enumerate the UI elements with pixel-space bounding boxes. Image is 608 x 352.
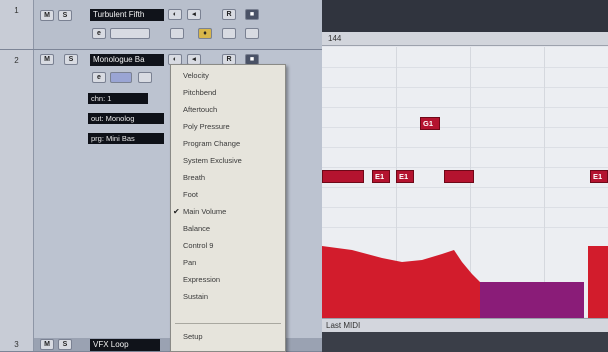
write-automation-button[interactable]: ■ xyxy=(245,9,259,20)
mute-button[interactable]: M xyxy=(40,54,54,65)
menu-item-label: Aftertouch xyxy=(183,105,218,114)
midi-output-select[interactable]: out: Monolog xyxy=(88,113,164,124)
menu-item-label: Balance xyxy=(183,224,211,233)
menu-item-poly-pressure[interactable]: Poly Pressure xyxy=(171,120,285,134)
monitor-button[interactable]: ◐ xyxy=(168,9,182,20)
edit-button[interactable]: e xyxy=(92,28,106,39)
lock-button[interactable]: ♦ xyxy=(198,28,212,39)
menu-item-label: Breath xyxy=(183,173,206,182)
square-icon: ■ xyxy=(249,56,255,63)
edit-icon: e xyxy=(97,74,101,81)
edit-button[interactable]: e xyxy=(92,72,106,83)
editor-toolbar xyxy=(322,0,608,32)
menu-item-label: Control 9 xyxy=(183,241,214,250)
grid-line xyxy=(322,67,608,68)
edit-icon: e xyxy=(97,30,101,37)
lock-icon: ♦ xyxy=(203,30,207,37)
solo-button[interactable]: S xyxy=(64,54,78,65)
automation-parameter-menu: Velocity Pitchbend Aftertouch Poly Press… xyxy=(170,64,286,352)
folder-button[interactable] xyxy=(245,28,259,39)
lane-selector[interactable] xyxy=(110,28,150,39)
menu-item-aftertouch[interactable]: Aftertouch xyxy=(171,103,285,117)
midi-note[interactable]: E1 xyxy=(372,170,390,183)
arrow-left-icon: ◂ xyxy=(192,11,196,18)
menu-item-program-change[interactable]: Program Change xyxy=(171,137,285,151)
menu-item-pitchbend[interactable]: Pitchbend xyxy=(171,86,285,100)
lane-selector[interactable] xyxy=(110,72,132,83)
menu-item-velocity[interactable]: Velocity xyxy=(171,69,285,83)
midi-note[interactable] xyxy=(444,170,474,183)
freeze-button[interactable] xyxy=(222,28,236,39)
status-bar: Last MIDI xyxy=(322,318,608,332)
midi-channel-select[interactable]: chn: 1 xyxy=(88,93,148,104)
midi-note[interactable] xyxy=(322,170,364,183)
menu-item-main-volume[interactable]: ✔ Main Volume xyxy=(171,205,285,219)
controller-lane[interactable] xyxy=(322,240,608,318)
grid-line xyxy=(322,127,608,128)
editor-bottom-bar xyxy=(322,332,608,352)
track-name-field[interactable]: Turbulent Fifth xyxy=(90,9,164,21)
arrow-left-icon: ◂ xyxy=(192,56,196,63)
menu-item-label: Setup xyxy=(183,332,203,341)
ruler-label: 144 xyxy=(328,34,342,43)
main-volume-curve xyxy=(322,246,608,318)
midi-note[interactable]: E1 xyxy=(396,170,414,183)
menu-item-label: Pitchbend xyxy=(183,88,217,97)
menu-item-label: Pan xyxy=(183,258,197,267)
ruler[interactable]: 144 xyxy=(322,32,608,46)
track-number: 3 xyxy=(0,338,34,351)
grid-line xyxy=(322,87,608,88)
grid-line xyxy=(322,187,608,188)
grid-line xyxy=(322,107,608,108)
menu-item-balance[interactable]: Balance xyxy=(171,222,285,236)
midi-note[interactable]: E1 xyxy=(590,170,608,183)
menu-item-expression[interactable]: Expression xyxy=(171,273,285,287)
status-text: Last MIDI xyxy=(326,321,361,330)
menu-item-label: Sustain xyxy=(183,292,209,301)
solo-button[interactable]: S xyxy=(58,339,72,350)
square-icon: ■ xyxy=(249,11,255,18)
menu-item-label: Main Volume xyxy=(183,207,227,216)
key-editor: 144 G1 E1 E1 E1 Last MIDI xyxy=(322,0,608,352)
mute-button[interactable]: M xyxy=(40,339,54,350)
menu-item-breath[interactable]: Breath xyxy=(171,171,285,185)
speaker-icon: ◐ xyxy=(172,56,178,63)
menu-item-label: System Exclusive xyxy=(183,156,242,165)
menu-item-label: Expression xyxy=(183,275,221,284)
program-select[interactable]: prg: Mini Bas xyxy=(88,133,164,144)
menu-item-pan[interactable]: Pan xyxy=(171,256,285,270)
track-1[interactable]: 1 M S Turbulent Fifth ◐ ◂ R ■ e ♦ xyxy=(0,0,322,50)
grid-line xyxy=(322,207,608,208)
menu-item-sustain[interactable]: Sustain xyxy=(171,290,285,304)
solo-button[interactable]: S xyxy=(58,10,72,21)
read-automation-button[interactable]: R xyxy=(222,9,236,20)
grid-line xyxy=(322,167,608,168)
menu-item-label: Poly Pressure xyxy=(183,122,230,131)
menu-item-label: Foot xyxy=(183,190,199,199)
lane-button[interactable] xyxy=(170,28,184,39)
menu-item-control-9[interactable]: Control 9 xyxy=(171,239,285,253)
track-list: 1 M S Turbulent Fifth ◐ ◂ R ■ e ♦ 2 M S … xyxy=(0,0,322,352)
lane-button[interactable] xyxy=(138,72,152,83)
midi-note[interactable]: G1 xyxy=(420,117,440,130)
track-number: 1 xyxy=(0,0,34,49)
menu-item-label: Program Change xyxy=(183,139,241,148)
grid-line xyxy=(322,147,608,148)
menu-separator xyxy=(175,323,281,324)
track-name-field[interactable]: VFX Loop xyxy=(90,339,160,351)
grid-line xyxy=(322,227,608,228)
checkmark-icon: ✔ xyxy=(173,207,180,216)
mute-button[interactable]: M xyxy=(40,10,54,21)
menu-item-system-exclusive[interactable]: System Exclusive xyxy=(171,154,285,168)
track-name-field[interactable]: Monologue Ba xyxy=(90,54,164,66)
menu-item-foot[interactable]: Foot xyxy=(171,188,285,202)
menu-item-label: Velocity xyxy=(183,71,209,80)
menu-item-setup[interactable]: Setup xyxy=(171,330,285,344)
speaker-icon: ◐ xyxy=(172,11,178,18)
track-number: 2 xyxy=(0,50,34,339)
record-enable-button[interactable]: ◂ xyxy=(187,9,201,20)
